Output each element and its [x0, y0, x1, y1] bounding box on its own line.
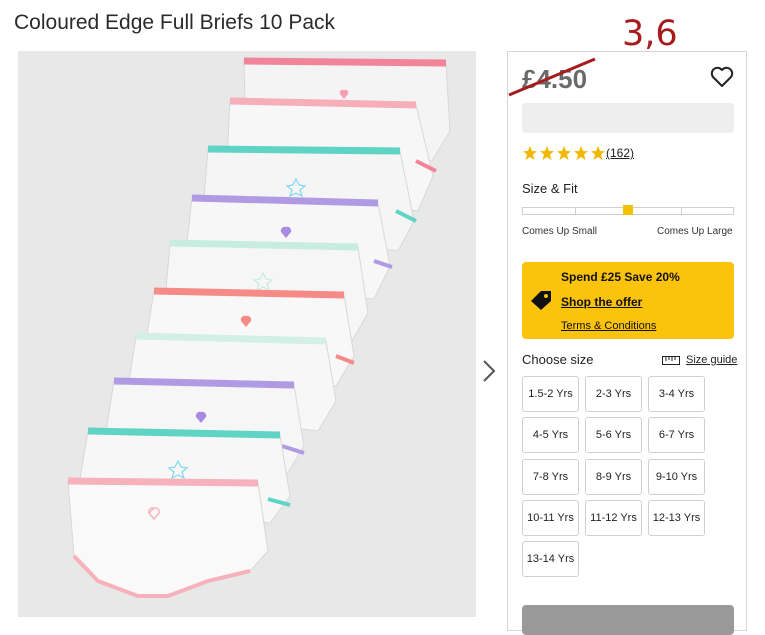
rating-stars: [522, 145, 606, 161]
star-icon: [557, 146, 571, 160]
size-option[interactable]: 2-3 Yrs: [585, 376, 642, 412]
size-option[interactable]: 13-14 Yrs: [522, 541, 579, 577]
size-guide-link[interactable]: Size guide: [662, 354, 737, 366]
fit-large-label: Comes Up Large: [657, 226, 733, 237]
star-icon: [591, 146, 605, 160]
heart-icon[interactable]: [709, 65, 735, 89]
size-option[interactable]: 12-13 Yrs: [648, 500, 705, 536]
size-option[interactable]: 11-12 Yrs: [585, 500, 642, 536]
size-option[interactable]: 1.5-2 Yrs: [522, 376, 579, 412]
size-option[interactable]: 8-9 Yrs: [585, 459, 642, 495]
star-icon: [574, 146, 588, 160]
size-option[interactable]: 10-11 Yrs: [522, 500, 579, 536]
size-option[interactable]: 3-4 Yrs: [648, 376, 705, 412]
size-fit-label: Size & Fit: [522, 181, 578, 196]
offer-title: Spend £25 Save 20%: [561, 270, 680, 284]
price-tag-icon: [529, 289, 553, 316]
size-fit-marker: [623, 205, 633, 215]
strikethrough-annotation: [508, 57, 596, 97]
scale-tick: [575, 208, 576, 214]
star-icon: [523, 146, 537, 160]
size-guide-label: Size guide: [686, 354, 738, 366]
scale-tick: [681, 208, 682, 214]
placeholder-bar: [522, 103, 734, 133]
fit-small-label: Comes Up Small: [522, 226, 598, 237]
star-icon: [540, 146, 554, 160]
size-fit-scale: [522, 205, 734, 215]
size-option[interactable]: 7-8 Yrs: [522, 459, 579, 495]
chevron-right-icon[interactable]: [478, 358, 500, 384]
terms-link[interactable]: Terms & Conditions: [561, 320, 656, 332]
offer-banner: Spend £25 Save 20% Shop the offer Terms …: [522, 262, 734, 339]
product-image: [18, 51, 476, 617]
product-title: Coloured Edge Full Briefs 10 Pack: [14, 11, 335, 34]
shop-offer-link[interactable]: Shop the offer: [561, 295, 642, 309]
choose-size-label: Choose size: [522, 352, 594, 367]
add-to-bag-button[interactable]: [522, 605, 734, 635]
size-option[interactable]: 9-10 Yrs: [648, 459, 705, 495]
size-option[interactable]: 6-7 Yrs: [648, 417, 705, 453]
size-option[interactable]: 5-6 Yrs: [585, 417, 642, 453]
reviews-count-link[interactable]: (162): [606, 146, 634, 160]
ruler-icon: [662, 355, 680, 365]
size-option[interactable]: 4-5 Yrs: [522, 417, 579, 453]
annotation-text: 3,6: [622, 14, 678, 54]
